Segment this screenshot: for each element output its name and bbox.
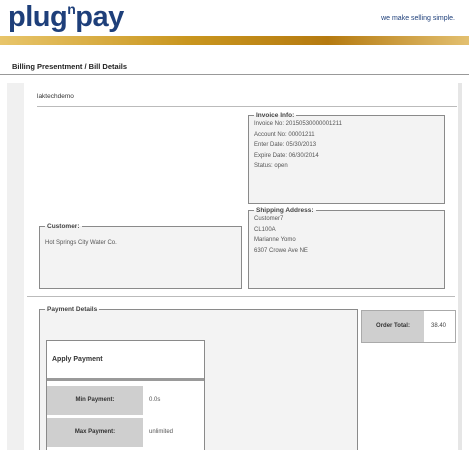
max-payment-value: unlimited xyxy=(149,429,174,435)
plugnpay-logo[interactable]: plugnpay xyxy=(8,1,124,34)
shipping-line: CL100A xyxy=(254,226,276,233)
expire-date: Expire Date: 06/30/2014 xyxy=(254,152,319,159)
customer-box: Customer: Hot Springs City Water Co. xyxy=(39,223,242,289)
min-payment-value: 0.0s xyxy=(149,397,161,403)
enter-date: Enter Date: 05/30/2013 xyxy=(254,142,317,148)
apply-payment-title: Apply Payment xyxy=(47,341,204,381)
payment-details-box: Payment Details Apply Payment Min Paymen… xyxy=(39,306,358,450)
title-divider xyxy=(0,74,469,75)
min-payment-label: Min Payment: xyxy=(47,386,143,415)
min-payment-row: Min Payment: 0.0s xyxy=(47,386,204,415)
order-total-value: 38.40 xyxy=(431,323,447,329)
invoice-number: Invoice No: 20150530000001211 xyxy=(254,121,342,127)
merchant-name: laktechdemo xyxy=(37,93,74,100)
invoice-info-box: Invoice Info: Invoice No: 20150530000001… xyxy=(248,112,445,204)
logo-text-part2: pay xyxy=(75,1,124,33)
tagline: we make selling simple. xyxy=(381,15,455,22)
apply-payment-panel: Apply Payment Min Payment: 0.0s Max Paym… xyxy=(46,340,205,450)
payment-details-legend: Payment Details xyxy=(47,306,98,313)
bill-details-panel: laktechdemo Invoice Info: Invoice No: 20… xyxy=(7,83,462,450)
invoice-info-legend: Invoice Info: xyxy=(256,112,295,119)
shipping-address-box: Shipping Address: Customer7 CL100A Maria… xyxy=(248,207,445,289)
section-divider xyxy=(27,296,455,297)
account-number: Account No: 00001211 xyxy=(254,131,315,138)
shipping-line: Marianne Yomo xyxy=(254,237,296,243)
site-header: plugnpay we make selling simple. xyxy=(0,0,469,45)
header-accent-bar xyxy=(0,36,469,45)
shipping-line: Customer7 xyxy=(254,216,284,222)
customer-legend: Customer: xyxy=(47,223,80,230)
max-payment-label: Max Payment: xyxy=(47,418,143,447)
invoice-status: Status: open xyxy=(254,163,288,169)
order-total-label: Order Total: xyxy=(362,311,424,342)
order-total-box: Order Total: 38.40 xyxy=(361,310,456,343)
logo-text-part1: plug xyxy=(8,1,68,33)
shipping-address-legend: Shipping Address: xyxy=(256,207,314,214)
section-divider xyxy=(37,106,457,107)
left-gutter xyxy=(7,83,24,450)
customer-name: Hot Springs City Water Co. xyxy=(45,240,117,246)
logo-text-sup: n xyxy=(67,1,76,17)
max-payment-row: Max Payment: unlimited xyxy=(47,418,204,447)
right-scrollbar-track[interactable] xyxy=(458,83,462,450)
page-title: Billing Presentment / Bill Details xyxy=(12,62,128,71)
shipping-line: 6307 Crowe Ave NE xyxy=(254,247,308,254)
